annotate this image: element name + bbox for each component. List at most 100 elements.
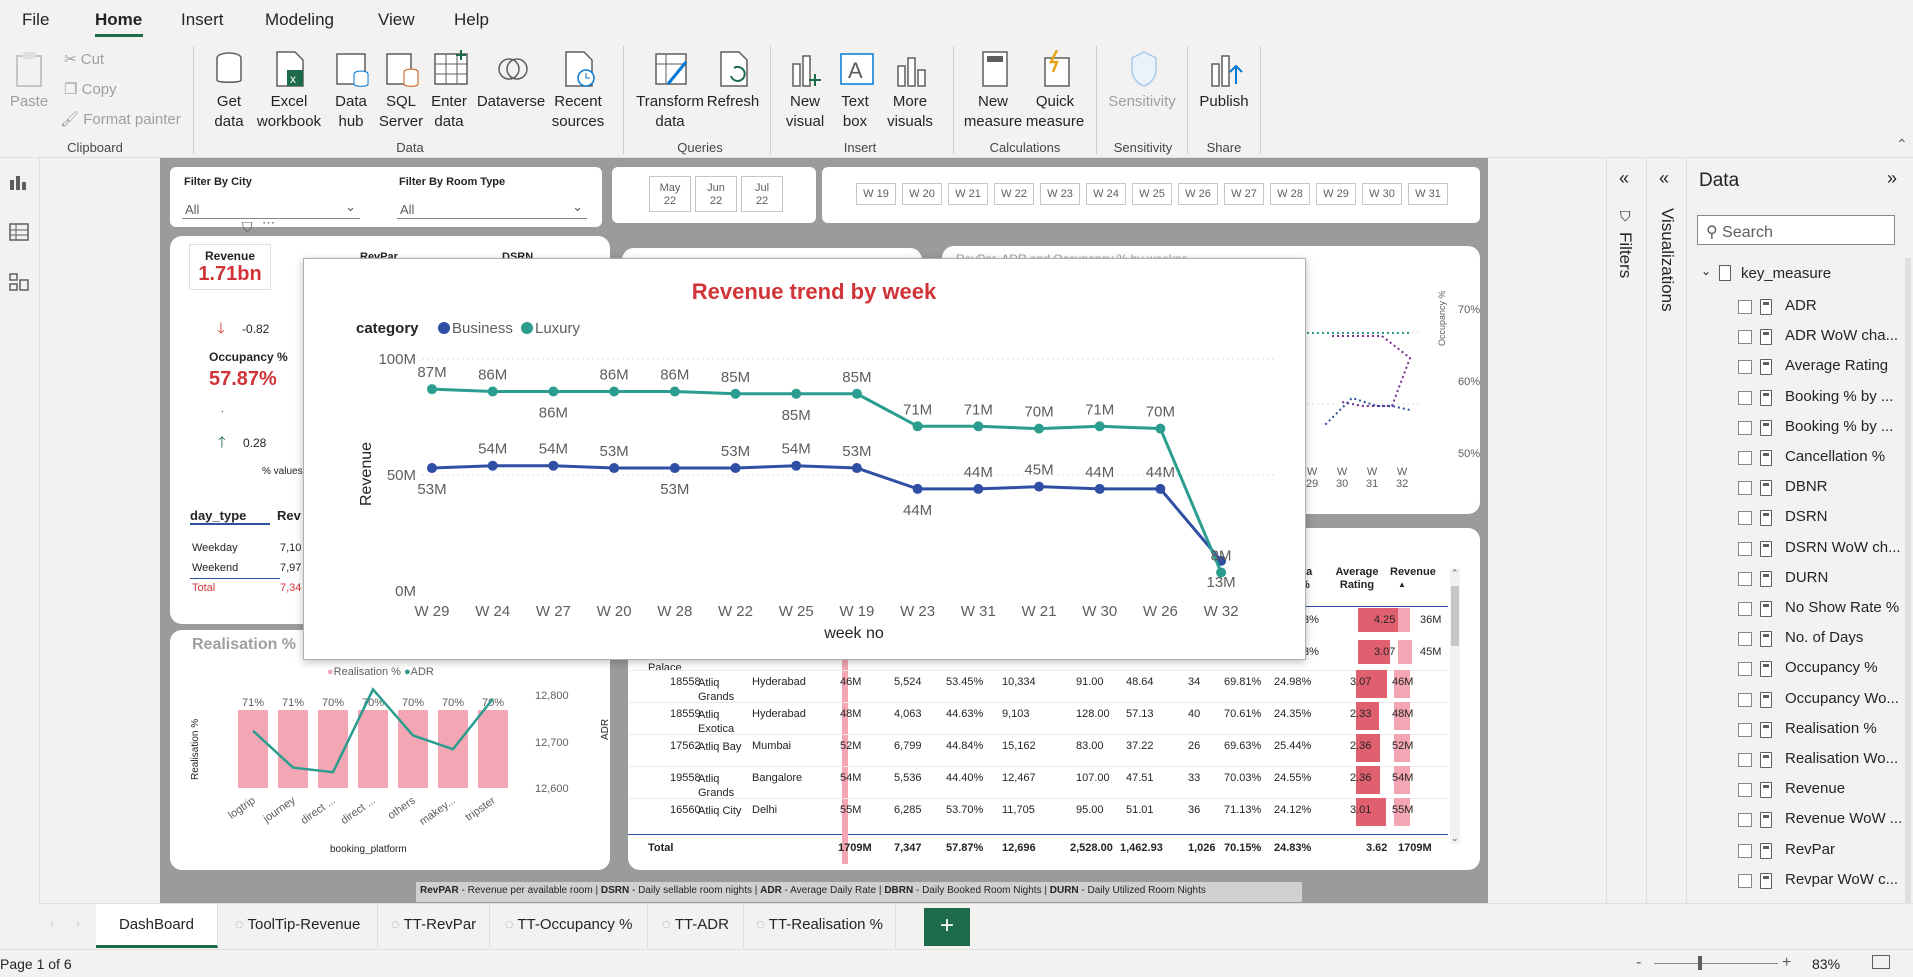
chevron-right-icon[interactable]: › xyxy=(76,916,80,930)
field-checkbox[interactable] xyxy=(1738,481,1752,496)
data-point[interactable] xyxy=(609,386,620,397)
average-rating-header[interactable]: Average Rating xyxy=(1332,566,1382,592)
data-point[interactable] xyxy=(1155,483,1166,494)
week-chip[interactable]: W 29 xyxy=(1316,183,1356,205)
field-item[interactable]: DSRN xyxy=(1785,508,1905,525)
menu-insert[interactable]: Insert xyxy=(181,10,224,30)
data-point[interactable] xyxy=(912,421,923,432)
cut-button[interactable]: ✂ Cut xyxy=(64,50,104,68)
data-point[interactable] xyxy=(851,388,862,399)
field-item[interactable]: Revenue WoW ... xyxy=(1785,810,1905,827)
week-chip[interactable]: W 19 xyxy=(856,183,896,205)
data-point[interactable] xyxy=(973,421,984,432)
scroll-thumb[interactable] xyxy=(1451,586,1459,646)
search-input[interactable]: ⚲ Search xyxy=(1697,215,1895,245)
table-row[interactable] xyxy=(628,734,1448,764)
more-options-icon[interactable]: ⋯ xyxy=(262,215,275,231)
field-item[interactable]: Occupancy % xyxy=(1785,659,1905,676)
field-item[interactable]: No. of Days xyxy=(1785,629,1905,646)
field-item[interactable]: Revenue xyxy=(1785,780,1905,797)
recent-sources-button[interactable]: Recent sources xyxy=(546,50,610,132)
model-view-icon[interactable] xyxy=(8,272,30,292)
field-checkbox[interactable] xyxy=(1738,451,1752,465)
field-item[interactable]: Booking % by ... xyxy=(1785,388,1905,405)
data-point[interactable] xyxy=(973,483,984,494)
pane-scrollbar[interactable] xyxy=(1905,258,1911,943)
data-point[interactable] xyxy=(427,463,437,474)
week-chip[interactable]: W 25 xyxy=(1132,183,1172,205)
field-checkbox[interactable] xyxy=(1738,571,1752,586)
text-box-button[interactable]: A Text box xyxy=(832,50,878,132)
data-point[interactable] xyxy=(730,463,741,474)
data-point[interactable] xyxy=(609,463,620,474)
data-point[interactable] xyxy=(427,384,437,395)
realisation-bar[interactable] xyxy=(238,710,268,788)
table-scrollbar[interactable]: ⌃ ⌄ xyxy=(1450,568,1460,844)
get-data-button[interactable]: Get data xyxy=(204,50,254,132)
field-checkbox[interactable] xyxy=(1738,632,1752,647)
table-row[interactable] xyxy=(628,798,1448,828)
revenue-kpi[interactable]: Revenue 1.71bn xyxy=(189,244,271,290)
month-chip[interactable]: Jun 22 xyxy=(695,176,737,212)
field-checkbox[interactable] xyxy=(1738,662,1752,677)
field-item[interactable]: Realisation Wo... xyxy=(1785,750,1905,767)
field-checkbox[interactable] xyxy=(1738,843,1752,858)
chevron-left-icon[interactable]: ‹ xyxy=(50,916,54,930)
field-item[interactable]: DSRN WoW ch... xyxy=(1785,539,1905,556)
tab-tt-adr[interactable]: ◌ TT-ADR xyxy=(648,904,744,948)
data-point[interactable] xyxy=(1155,423,1166,434)
data-point[interactable] xyxy=(487,386,498,397)
revenue-header[interactable]: Revenue xyxy=(1390,566,1436,578)
visualizations-pane-collapsed[interactable]: « Visualizations xyxy=(1646,158,1686,943)
tab-dashboard[interactable]: DashBoard xyxy=(96,904,218,948)
transform-data-button[interactable]: Transform data xyxy=(634,50,706,132)
dataverse-button[interactable]: Dataverse xyxy=(476,50,546,112)
field-checkbox[interactable] xyxy=(1738,692,1752,707)
month-chip[interactable]: May 22 xyxy=(649,176,691,212)
data-point[interactable] xyxy=(1034,423,1044,434)
new-measure-button[interactable]: New measure xyxy=(962,50,1024,132)
field-item[interactable]: Booking % by ... xyxy=(1785,418,1905,435)
data-point[interactable] xyxy=(487,460,498,471)
table-view-icon[interactable] xyxy=(8,222,30,242)
data-point[interactable] xyxy=(730,388,741,399)
refresh-button[interactable]: Refresh xyxy=(706,50,760,112)
field-checkbox[interactable] xyxy=(1738,783,1752,798)
sql-server-button[interactable]: SQL Server xyxy=(378,50,424,132)
table-row[interactable] xyxy=(628,766,1448,796)
new-visual-button[interactable]: New visual xyxy=(780,50,830,132)
expand-right-icon[interactable]: » xyxy=(1887,168,1897,189)
data-point[interactable] xyxy=(548,386,559,397)
week-chip[interactable]: W 31 xyxy=(1408,183,1448,205)
scroll-down-icon[interactable]: ⌄ xyxy=(1451,833,1459,844)
data-point[interactable] xyxy=(1094,421,1105,432)
data-point[interactable] xyxy=(791,460,802,471)
month-chip[interactable]: Jul 22 xyxy=(741,176,783,212)
field-checkbox[interactable] xyxy=(1738,602,1752,616)
data-point[interactable] xyxy=(669,386,680,397)
field-item[interactable]: Realisation % xyxy=(1785,720,1905,737)
chevron-down-icon[interactable]: ⌄ xyxy=(1701,264,1711,278)
tab-tt-realisation[interactable]: ◌ TT-Realisation % xyxy=(744,904,896,948)
collapse-left-icon[interactable]: « xyxy=(1659,168,1669,189)
menu-file[interactable]: File xyxy=(22,10,49,30)
field-item[interactable]: No Show Rate % xyxy=(1785,599,1905,616)
field-checkbox[interactable] xyxy=(1738,722,1752,737)
zoom-slider[interactable] xyxy=(1654,963,1778,964)
field-checkbox[interactable] xyxy=(1738,511,1752,526)
field-item[interactable]: ADR xyxy=(1785,297,1905,314)
menu-help[interactable]: Help xyxy=(454,10,489,30)
week-chip[interactable]: W 24 xyxy=(1086,183,1126,205)
field-checkbox[interactable] xyxy=(1738,420,1752,435)
scroll-up-icon[interactable]: ⌃ xyxy=(1451,568,1459,579)
copy-button[interactable]: ❐ Copy xyxy=(64,80,117,98)
enter-data-button[interactable]: Enter data xyxy=(424,50,474,132)
menu-modeling[interactable]: Modeling xyxy=(265,10,334,30)
data-point[interactable] xyxy=(1216,567,1227,578)
data-point[interactable] xyxy=(851,463,862,474)
table-row[interactable] xyxy=(628,670,1448,700)
data-point[interactable] xyxy=(1094,483,1105,494)
zoom-in-button[interactable]: + xyxy=(1782,954,1791,972)
field-item[interactable]: Cancellation % xyxy=(1785,448,1905,465)
week-chip[interactable]: W 22 xyxy=(994,183,1034,205)
